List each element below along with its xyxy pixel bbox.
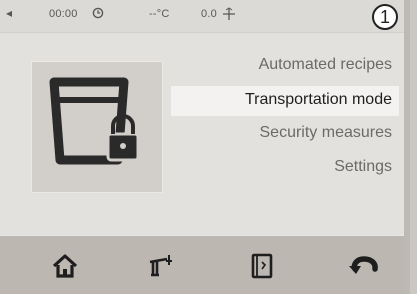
step-number-badge: 1 [372,4,398,30]
device-screen: ◂ 00:00 --°C 0.0 1 Automated recipes Tra… [0,0,410,294]
return-button[interactable] [342,244,386,288]
recipe-book-button[interactable] [240,244,284,288]
menu-item-transportation-mode[interactable]: Transportation mode [245,91,392,109]
time-display: 00:00 [49,8,78,20]
scale-icon [149,255,172,277]
recipe-book-icon [251,253,273,279]
status-bar: ◂ 00:00 --°C 0.0 1 [0,0,404,33]
menu-item-automated-recipes[interactable]: Automated recipes [259,56,392,74]
home-icon [52,254,78,278]
menu-item-settings[interactable]: Settings [334,158,392,176]
menu-item-security-measures[interactable]: Security measures [260,124,393,142]
scale-button[interactable] [140,244,184,288]
weight-display: 0.0 [201,8,217,20]
temperature-display: --°C [149,8,170,20]
home-button[interactable] [43,244,87,288]
bottom-navigation-bar [0,236,404,294]
illustration-panel [31,61,163,193]
speed-icon [222,7,236,24]
locked-bowl-icon [49,77,140,165]
timer-icon [92,7,104,22]
return-icon [349,256,378,274]
back-arrow-icon[interactable]: ◂ [6,6,12,20]
